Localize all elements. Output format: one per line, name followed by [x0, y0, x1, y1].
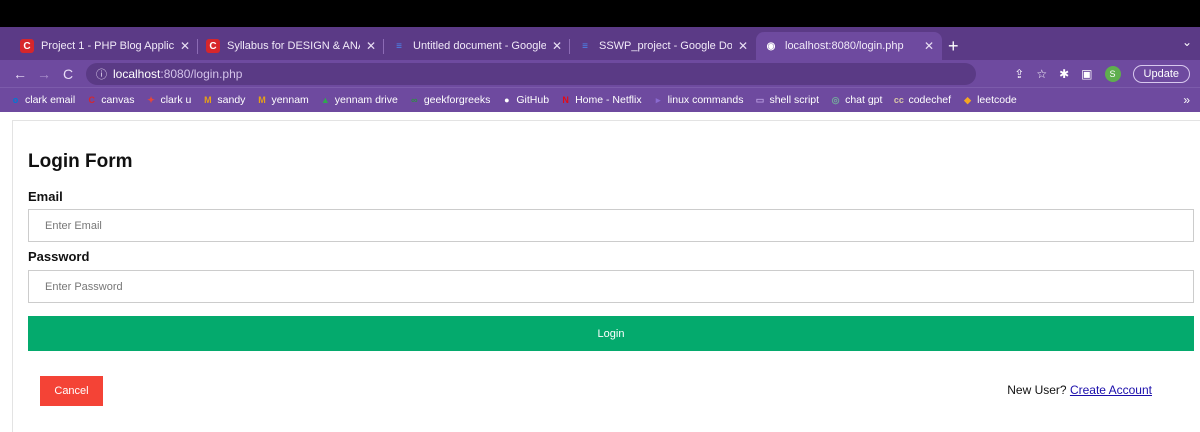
share-icon[interactable]: ⇪ — [1014, 67, 1024, 81]
password-label: Password — [28, 249, 90, 264]
bookmark-label: geekforgreeks — [423, 94, 491, 106]
tab-title: Project 1 - PHP Blog Applicatio — [41, 40, 174, 52]
cancel-button[interactable]: Cancel — [40, 376, 103, 406]
bookmark-icon: cc — [893, 95, 904, 105]
login-button[interactable]: Login — [28, 316, 1194, 351]
url-host: localhost — [113, 66, 161, 81]
bookmark-label: shell script — [769, 94, 820, 106]
bookmarks-bar: o clark email Ccanvas ✦ clark u Msandy Myennam… — [0, 87, 1200, 112]
address-bar: ← → C ⓘ localhost:8080/login.php ⇪ ☆ ✱ ▣… — [0, 60, 1200, 87]
bookmark-icon: M — [204, 95, 212, 105]
reload-icon[interactable]: C — [58, 66, 78, 82]
bookmark-item[interactable]: N Home - Netflix — [560, 94, 642, 106]
page-title: Login Form — [28, 151, 133, 172]
bookmark-label: Home - Netflix — [575, 94, 642, 106]
bookmark-item[interactable]: ◆ leetcode — [962, 94, 1017, 106]
password-field[interactable]: Enter Password — [28, 270, 1194, 303]
bookmark-label: leetcode — [977, 94, 1017, 106]
bookmark-label: yennam drive — [334, 94, 398, 106]
email-label: Email — [28, 189, 63, 204]
tab-title: SSWP_project - Google Docs — [599, 40, 732, 52]
bookmark-item[interactable]: ◎ chat gpt — [830, 94, 883, 106]
new-tab-button[interactable]: + — [948, 32, 959, 60]
bookmark-star-icon[interactable]: ☆ — [1036, 67, 1047, 81]
email-field[interactable]: Enter Email — [28, 209, 1194, 242]
tab-title: Untitled document - Google Do — [413, 40, 546, 52]
bookmark-icon: N — [562, 95, 569, 105]
signup-prompt: New User? Create Account — [1007, 383, 1152, 397]
bookmark-label: yennam — [271, 94, 309, 106]
tab-close-icon[interactable]: ✕ — [924, 39, 934, 53]
new-user-text: New User? — [1007, 383, 1067, 397]
tab-close-icon[interactable]: ✕ — [738, 39, 748, 53]
bookmark-label: codechef — [908, 94, 952, 106]
window-top-bar — [0, 0, 1200, 27]
extensions-icon[interactable]: ✱ — [1059, 67, 1069, 81]
bookmark-item[interactable]: Msandy — [202, 94, 245, 106]
bookmark-icon: ▲ — [320, 95, 330, 105]
browser-tab[interactable]: C Project 1 - PHP Blog Applicatio ✕ — [12, 32, 198, 60]
browser-tab[interactable]: ◉ localhost:8080/login.php ✕ — [756, 32, 942, 60]
bookmark-item[interactable]: Myennam — [256, 94, 309, 106]
tab-close-icon[interactable]: ✕ — [552, 39, 562, 53]
url-input[interactable]: ⓘ localhost:8080/login.php — [86, 62, 976, 85]
bookmark-icon: ✦ — [147, 94, 155, 105]
tab-title: localhost:8080/login.php — [785, 40, 904, 52]
browser-tab[interactable]: C Syllabus for DESIGN & ANALYS ✕ — [198, 32, 384, 60]
bookmark-item[interactable]: ● GitHub — [501, 94, 549, 106]
bookmark-item[interactable]: ▸ linux commands — [653, 94, 744, 106]
bookmark-label: clark email — [25, 94, 76, 106]
back-icon[interactable]: ← — [10, 66, 30, 82]
browser-tab[interactable]: ≡ SSWP_project - Google Docs ✕ — [570, 32, 756, 60]
browser-tab[interactable]: ≡ Untitled document - Google Do ✕ — [384, 32, 570, 60]
tab-close-icon[interactable]: ✕ — [366, 39, 376, 53]
tab-search-icon[interactable]: ⌄ — [1182, 35, 1192, 49]
bookmark-label: chat gpt — [845, 94, 883, 106]
bookmark-icon: ▸ — [655, 94, 661, 105]
tab-favicon-icon: C — [206, 39, 220, 53]
bookmark-label: sandy — [217, 94, 246, 106]
bookmark-icon: ◆ — [964, 94, 972, 105]
bookmark-icon: ▭ — [755, 94, 765, 105]
create-account-link[interactable]: Create Account — [1070, 383, 1152, 397]
bookmark-label: clark u — [160, 94, 192, 106]
profile-avatar[interactable]: S — [1104, 65, 1121, 82]
bookmark-icon: ◎ — [831, 94, 840, 105]
forward-icon[interactable]: → — [34, 66, 54, 82]
bookmark-label: GitHub — [516, 94, 550, 106]
bookmark-label: linux commands — [667, 94, 744, 106]
update-button[interactable]: Update — [1132, 64, 1190, 83]
tab-favicon-icon: ◉ — [766, 40, 776, 52]
bookmark-item[interactable]: o clark email — [10, 94, 75, 106]
tab-close-icon[interactable]: ✕ — [180, 39, 190, 53]
bookmark-item[interactable]: Ccanvas — [86, 94, 134, 106]
bookmark-icon: o — [12, 95, 19, 105]
bookmark-item[interactable]: ✦ clark u — [145, 94, 191, 106]
url-path: :8080/login.php — [160, 66, 243, 81]
email-placeholder: Enter Email — [45, 219, 102, 232]
site-info-icon[interactable]: ⓘ — [96, 66, 107, 82]
bookmark-item[interactable]: ▲ yennam drive — [320, 94, 398, 106]
bookmark-icon: ● — [504, 95, 510, 105]
bookmark-label: canvas — [101, 94, 135, 106]
tab-title: Syllabus for DESIGN & ANALYS — [227, 40, 360, 52]
tab-favicon-icon: ≡ — [396, 40, 402, 52]
login-page: Login Form Email Enter Email Password En… — [12, 120, 1200, 432]
bookmark-icon: M — [258, 95, 266, 105]
tab-strip: C Project 1 - PHP Blog Applicatio ✕ C Syllab… — [0, 27, 1200, 60]
tab-favicon-icon: C — [20, 39, 34, 53]
bookmark-icon: ∞ — [411, 95, 418, 105]
side-panel-icon[interactable]: ▣ — [1081, 67, 1092, 81]
tab-favicon-icon: ≡ — [582, 40, 588, 52]
bookmark-item[interactable]: ∞ geekforgreeks — [409, 94, 491, 106]
bookmarks-overflow-icon[interactable]: » — [1183, 93, 1190, 107]
password-placeholder: Enter Password — [45, 280, 123, 293]
bookmark-item[interactable]: ▭ shell script — [754, 94, 819, 106]
bookmark-icon: C — [88, 95, 95, 105]
bookmark-item[interactable]: cc codechef — [893, 94, 951, 106]
